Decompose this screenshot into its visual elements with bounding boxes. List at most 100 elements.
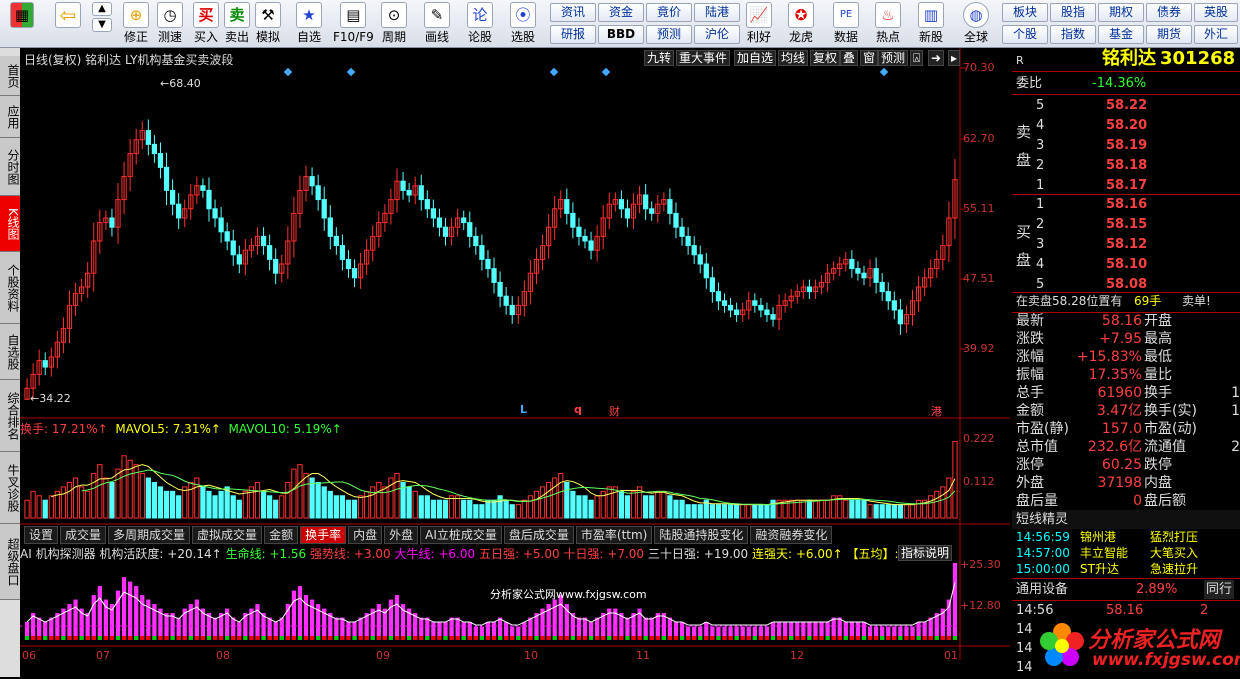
discuss-button[interactable]: 论论股	[467, 2, 493, 44]
volume-bar[interactable]	[667, 495, 673, 519]
volume-bar[interactable]	[576, 495, 582, 519]
volume-bar[interactable]	[321, 486, 327, 519]
volume-bar[interactable]	[515, 504, 521, 519]
candle-body[interactable]	[709, 277, 715, 293]
watchlist-button[interactable]: ★ 自选	[296, 2, 322, 44]
candle-body[interactable]	[333, 235, 339, 247]
candle-body[interactable]	[624, 208, 631, 219]
candle-body[interactable]	[145, 130, 151, 145]
volume-bar[interactable]	[800, 499, 806, 519]
candle-body[interactable]	[721, 300, 728, 306]
candle-body[interactable]	[406, 189, 412, 196]
candle-body[interactable]	[321, 199, 327, 219]
volume-bar[interactable]	[552, 477, 558, 519]
candle-body[interactable]	[764, 309, 770, 316]
event-marker[interactable]: q	[574, 403, 582, 416]
volume-bar[interactable]	[115, 468, 121, 519]
candle-body[interactable]	[491, 268, 497, 283]
volume-bar[interactable]	[643, 495, 649, 519]
volume-bar[interactable]	[36, 495, 42, 519]
next-arrow-icon[interactable]: ➜	[928, 50, 945, 66]
volume-bar[interactable]	[357, 495, 364, 519]
volume-bar[interactable]	[145, 477, 151, 519]
volume-bar[interactable]	[78, 486, 85, 519]
candle-body[interactable]	[752, 300, 758, 306]
candle-body[interactable]	[473, 235, 479, 247]
volume-bar[interactable]	[855, 499, 861, 519]
sidebar-tab-diagnose[interactable]: 牛叉诊股	[0, 452, 20, 524]
back-arrow-icon[interactable]: ⇦	[55, 2, 81, 30]
ask-row[interactable]: 5 58.22	[1012, 96, 1240, 115]
candle-body[interactable]	[206, 189, 212, 210]
volume-bar[interactable]	[636, 486, 643, 519]
volume-bar[interactable]	[685, 504, 691, 519]
scroll-up-down-icon[interactable]: ▲ ▼	[92, 2, 112, 34]
tab-funds[interactable]: 资金	[598, 3, 644, 22]
indicator-bar[interactable]	[140, 595, 145, 640]
indicator-bar[interactable]	[309, 599, 315, 640]
tab-amount[interactable]: 金额	[264, 526, 299, 544]
bid-row[interactable]: 4 58.10	[1012, 255, 1240, 274]
volume-bar[interactable]	[649, 495, 655, 519]
volume-bar[interactable]	[679, 499, 685, 519]
event-diamond-icon[interactable]	[346, 67, 356, 77]
volume-bar[interactable]	[721, 504, 728, 519]
candle-body[interactable]	[176, 203, 182, 219]
kline-chart-area[interactable]: 日线(复权) 铭利达 LY机构基金买卖波段 九转 重大事件 加自选 均线 复权 …	[20, 48, 1010, 677]
ask-row[interactable]: 3 58.19	[1012, 136, 1240, 155]
sidebar-tab-profile[interactable]: 个股资料	[0, 252, 20, 324]
candle-body[interactable]	[351, 268, 358, 279]
period-button[interactable]: ⊙ 周期	[381, 2, 407, 44]
volume-bar[interactable]	[455, 495, 461, 519]
volume-bar[interactable]	[139, 473, 145, 519]
candle-body[interactable]	[891, 300, 897, 311]
volume-bar[interactable]	[673, 499, 679, 519]
volume-bar[interactable]	[521, 499, 527, 519]
tab-bbd[interactable]: BBD	[598, 25, 644, 44]
volume-bar[interactable]	[370, 486, 376, 519]
volume-bar[interactable]	[176, 495, 182, 519]
event-marker[interactable]: 财	[609, 403, 620, 419]
volume-bar[interactable]	[903, 504, 910, 519]
volume-bar[interactable]	[436, 499, 443, 519]
tab-uk-stocks[interactable]: 英股	[1194, 3, 1238, 22]
candle-body[interactable]	[400, 180, 406, 191]
volume-bar[interactable]	[97, 464, 103, 519]
volume-bar[interactable]	[151, 481, 158, 519]
candle-body[interactable]	[855, 268, 861, 274]
tab-after-hours-volume[interactable]: 盘后成交量	[503, 526, 574, 544]
tab-turnover[interactable]: 换手率	[300, 526, 347, 544]
volume-bar[interactable]	[333, 495, 339, 519]
candle-body[interactable]	[339, 245, 346, 260]
tab-research[interactable]: 研报	[550, 25, 596, 44]
volume-bar[interactable]	[709, 504, 715, 519]
candle-body[interactable]	[885, 291, 891, 302]
volume-bar[interactable]	[764, 504, 770, 519]
major-events-button[interactable]: 重大事件	[676, 50, 731, 66]
volume-bar[interactable]	[267, 495, 273, 519]
tab-bonds[interactable]: 债券	[1146, 3, 1192, 22]
candle-body[interactable]	[430, 208, 437, 219]
volume-bar[interactable]	[897, 504, 904, 519]
candle-body[interactable]	[576, 226, 582, 237]
volume-bar[interactable]	[279, 495, 285, 519]
volume-bar[interactable]	[30, 490, 36, 519]
volume-bar[interactable]	[364, 490, 370, 519]
tab-multi-period-volume[interactable]: 多周期成交量	[108, 526, 191, 544]
candle-body[interactable]	[570, 212, 576, 228]
volume-bar[interactable]	[109, 481, 115, 519]
candle-body[interactable]	[582, 235, 588, 242]
volume-bar[interactable]	[655, 490, 661, 519]
candle-body[interactable]	[897, 309, 904, 325]
indicator-bar[interactable]	[128, 581, 133, 640]
indicator-bar[interactable]	[164, 613, 169, 640]
candle-body[interactable]	[497, 281, 503, 297]
volume-bar[interactable]	[479, 504, 485, 519]
volume-bar[interactable]	[24, 499, 30, 519]
hotspot-button[interactable]: ♨ 热点	[875, 2, 901, 44]
tab-shanghai-london[interactable]: 沪伦	[694, 25, 740, 44]
volume-bar[interactable]	[188, 481, 194, 519]
sidebar-tab-home[interactable]: 首页	[0, 56, 20, 96]
event-diamond-icon[interactable]	[549, 67, 559, 77]
sidebar-tab-timeshare[interactable]: 分时图	[0, 138, 20, 196]
